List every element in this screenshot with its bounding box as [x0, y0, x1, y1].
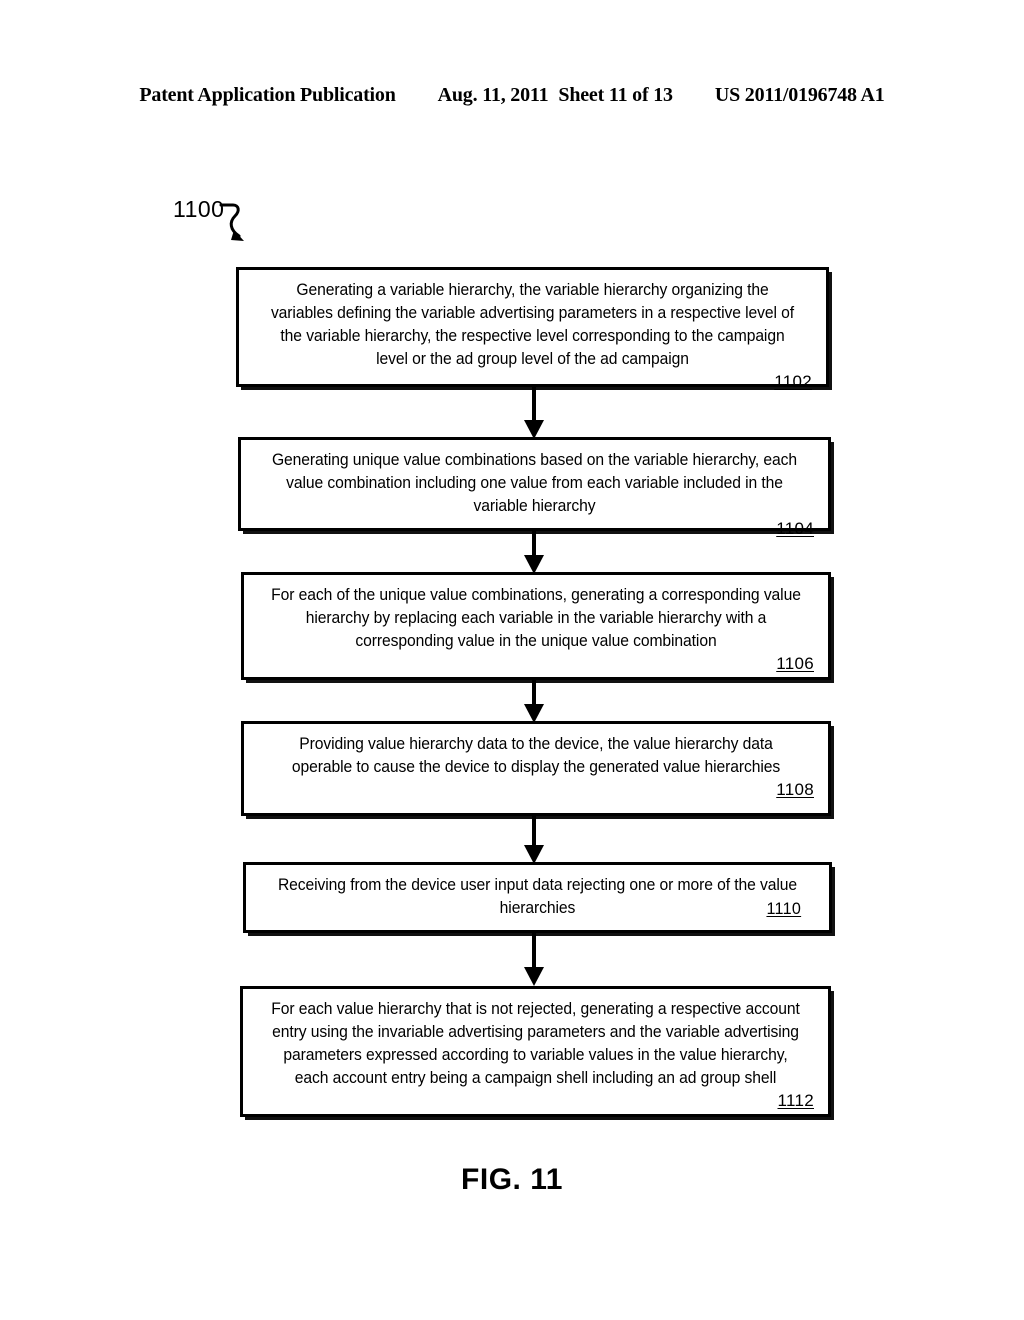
- flowchart-step-1106-text: For each of the unique value combination…: [271, 586, 801, 650]
- flow-connector-arrow-3: [520, 680, 548, 723]
- flowchart-step-1112-ref-row: 1112: [255, 1091, 816, 1111]
- flowchart-step-1106-ref-row: 1106: [256, 654, 816, 674]
- flowchart-step-1104: Generating unique value combinations bas…: [238, 437, 831, 538]
- flowchart-step-1104-text: Generating unique value combinations bas…: [271, 451, 798, 515]
- flowchart-figure: 1100 Generating a variable hierarchy, th…: [0, 0, 1024, 1320]
- flowchart-step-1106: For each of the unique value combination…: [241, 572, 831, 680]
- flow-connector-arrow-5: [520, 933, 548, 988]
- flowchart-step-1112-text: For each value hierarchy that is not rej…: [271, 1000, 800, 1087]
- flowchart-step-1102-ref: 1102: [774, 372, 812, 391]
- flowchart-reference-label: 1100: [173, 196, 225, 222]
- flowchart-step-1110-body: Receiving from the device user input dat…: [272, 874, 803, 920]
- flow-connector-arrow-1: [520, 387, 548, 439]
- flowchart-step-1110: Receiving from the device user input dat…: [243, 862, 832, 933]
- flowchart-step-1108: Providing value hierarchy data to the de…: [241, 721, 831, 816]
- callout-curved-arrow-icon: [219, 200, 259, 248]
- flowchart-step-1108-ref: 1108: [776, 780, 814, 799]
- flowchart-step-1110-text: Receiving from the device user input dat…: [277, 876, 798, 917]
- flowchart-step-1108-ref-row: 1108: [256, 780, 816, 800]
- flowchart-step-1102: Generating a variable hierarchy, the var…: [236, 267, 829, 391]
- flowchart-step-1110-ref: 1110: [766, 899, 802, 918]
- flowchart-step-1108-text: Providing value hierarchy data to the de…: [291, 735, 781, 776]
- flowchart-step-1102-text: Generating a variable hierarchy, the var…: [270, 281, 795, 368]
- flow-connector-arrow-4: [520, 816, 548, 864]
- flowchart-step-1112: For each value hierarchy that is not rej…: [240, 986, 831, 1117]
- flowchart-step-1104-ref: 1104: [776, 519, 814, 538]
- figure-caption: FIG. 11: [461, 1163, 563, 1196]
- flowchart-step-1112-ref: 1112: [777, 1091, 814, 1110]
- flow-connector-arrow-2: [520, 531, 548, 574]
- flowchart-step-1106-ref: 1106: [776, 654, 814, 673]
